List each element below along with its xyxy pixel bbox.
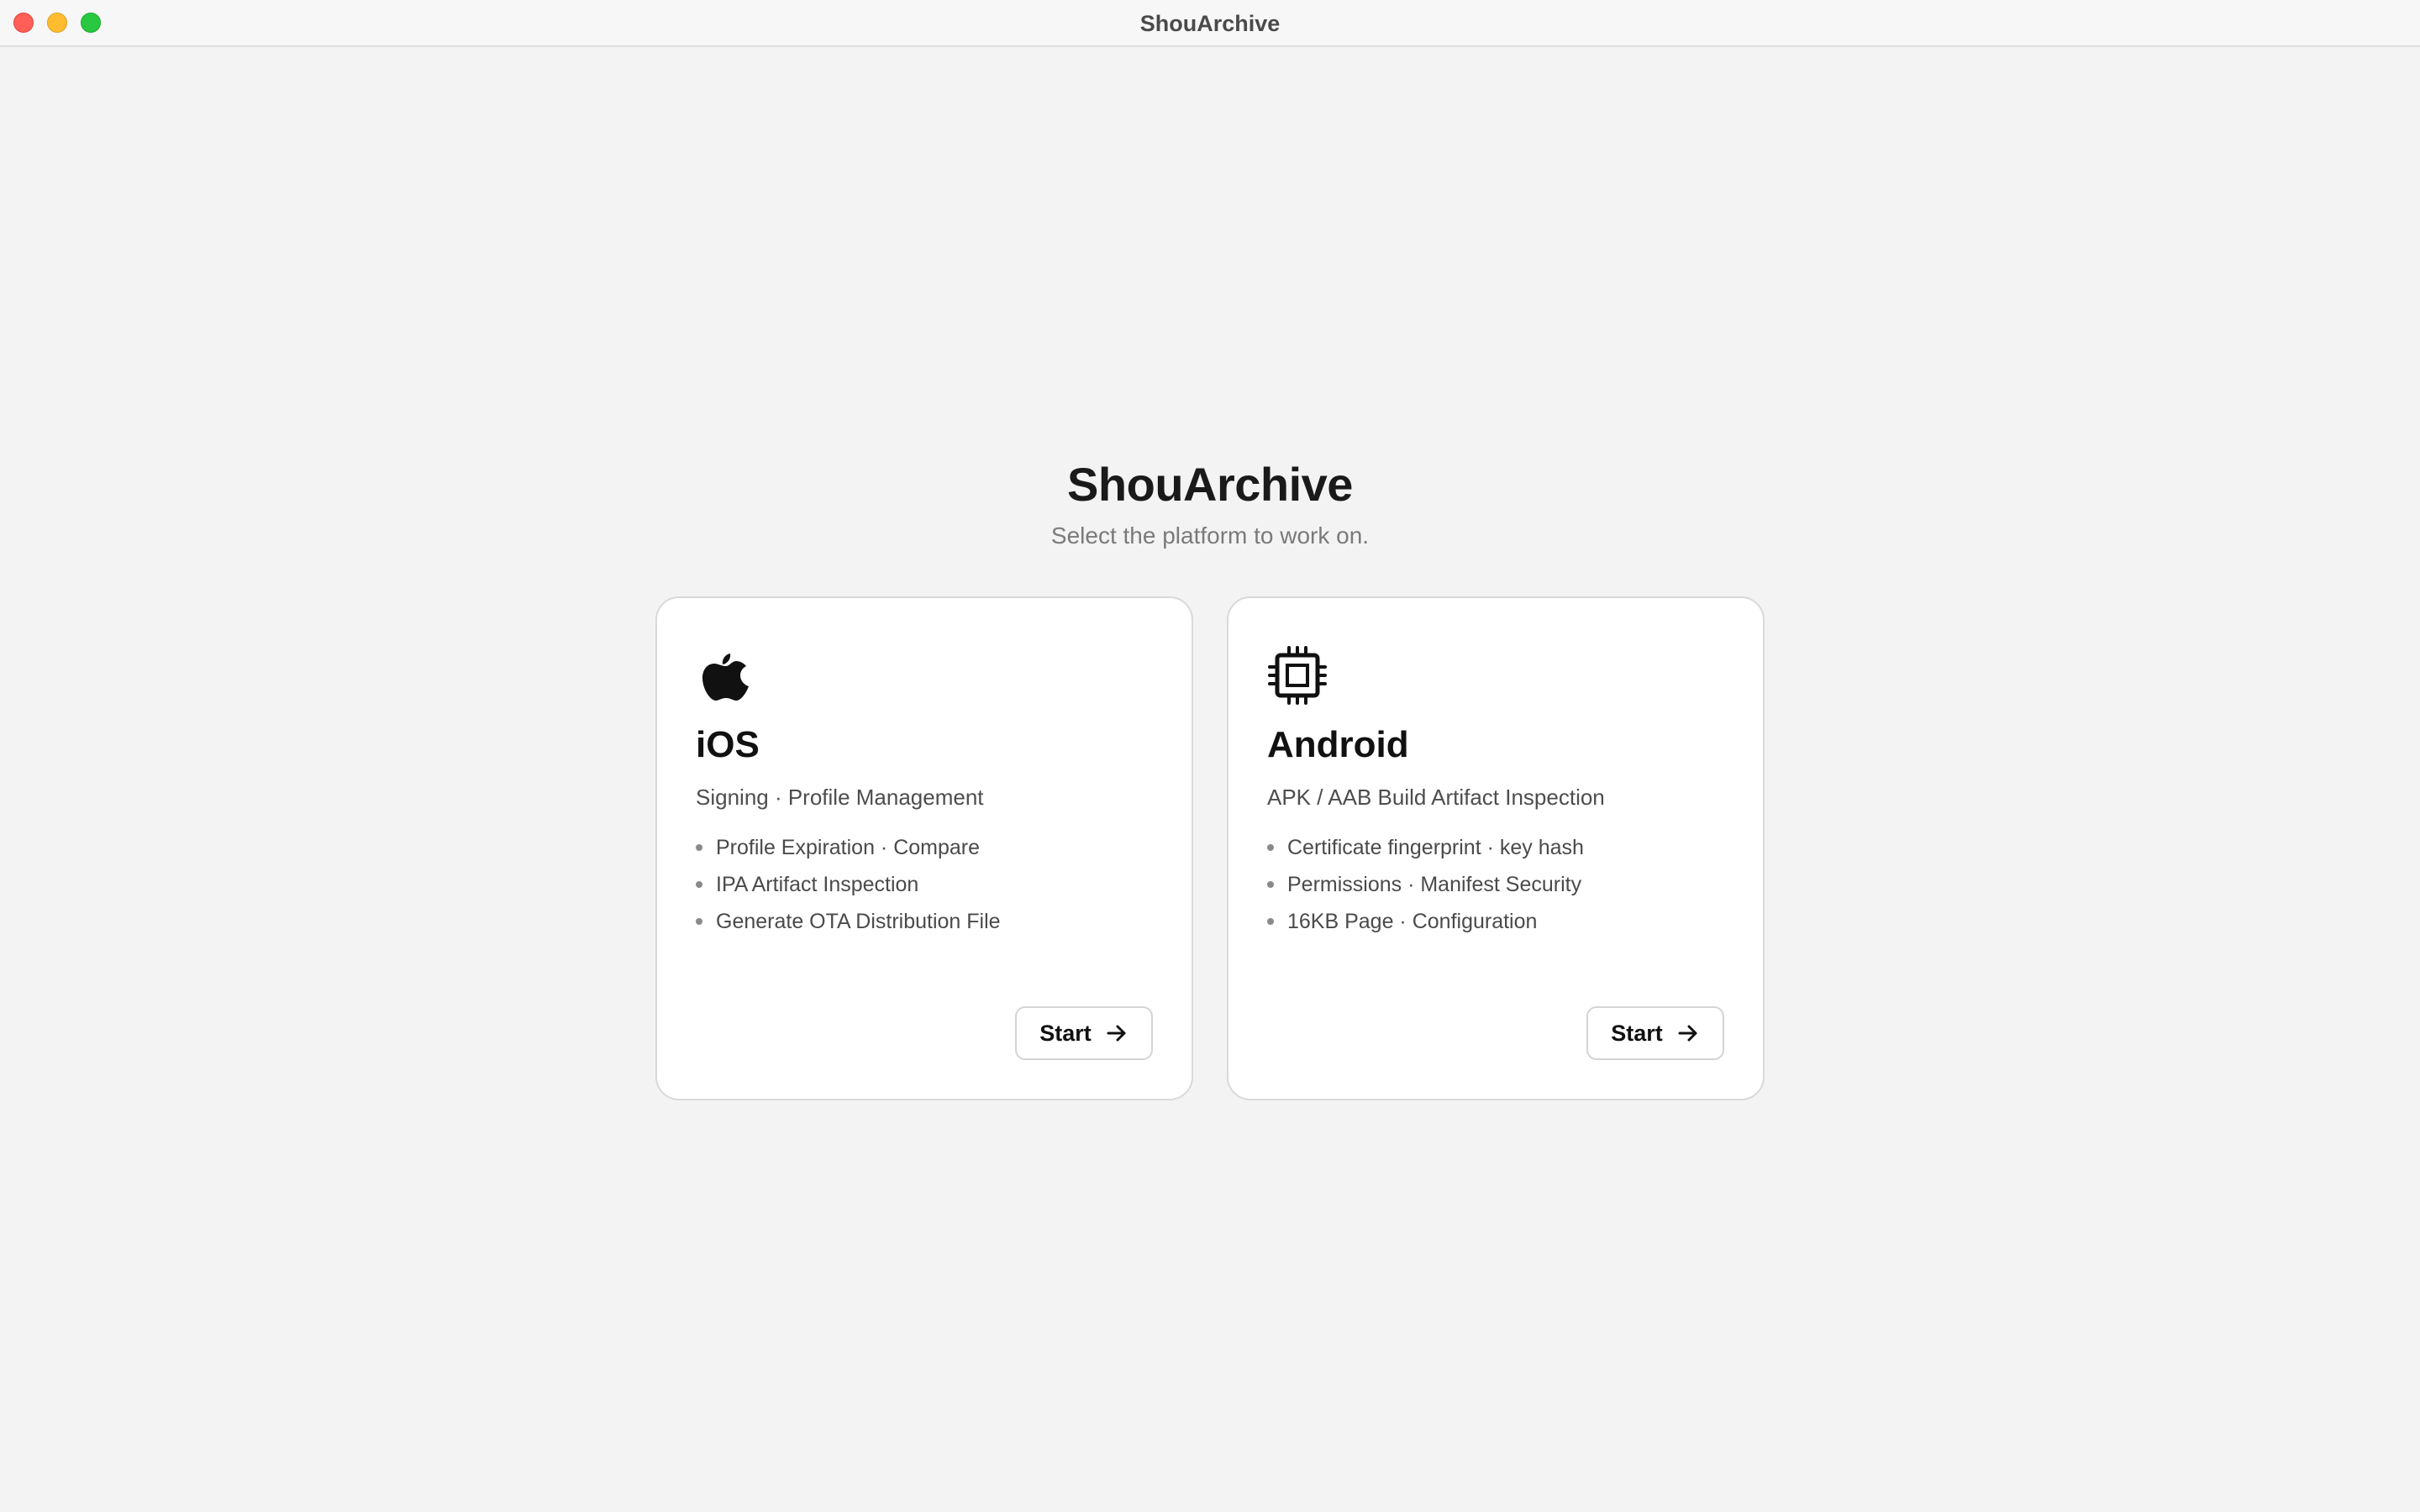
android-start-label: Start <box>1611 1020 1663 1046</box>
ios-subtitle: Signing · Profile Management <box>696 785 984 810</box>
ios-start-button[interactable]: Start <box>1015 1006 1153 1060</box>
ios-title: iOS <box>696 724 760 765</box>
list-item: 16KB Page · Configuration <box>1267 909 1584 946</box>
arrow-right-icon <box>1678 1025 1697 1042</box>
window-title: ShouArchive <box>1139 11 1281 36</box>
android-start-button[interactable]: Start <box>1586 1006 1724 1060</box>
ios-feature-list: Profile Expiration · Compare IPA Artifac… <box>696 835 1001 946</box>
page-title: ShouArchive <box>1067 458 1353 511</box>
list-item: Generate OTA Distribution File <box>696 909 1001 946</box>
ios-start-label: Start <box>1039 1020 1092 1046</box>
ios-card[interactable]: iOS Signing · Profile Management Profile… <box>655 596 1193 1100</box>
page-subtitle: Select the platform to work on. <box>1050 522 1370 549</box>
apple-logo-icon <box>702 654 749 701</box>
android-card[interactable]: Android APK / AAB Build Artifact Inspect… <box>1227 596 1765 1100</box>
title-bar: ShouArchive <box>0 0 2420 47</box>
list-item: Certificate fingerprint · key hash <box>1267 835 1584 872</box>
android-feature-list: Certificate fingerprint · key hash Permi… <box>1267 835 1584 946</box>
android-title: Android <box>1267 724 1409 765</box>
list-item: Profile Expiration · Compare <box>696 835 1001 872</box>
arrow-right-icon <box>1107 1025 1126 1042</box>
platform-selection: ShouArchive Select the platform to work … <box>0 47 2420 1512</box>
android-subtitle: APK / AAB Build Artifact Inspection <box>1267 785 1605 810</box>
list-item: Permissions · Manifest Security <box>1267 872 1584 909</box>
list-item: IPA Artifact Inspection <box>696 872 1001 909</box>
chip-icon <box>1268 646 1327 705</box>
